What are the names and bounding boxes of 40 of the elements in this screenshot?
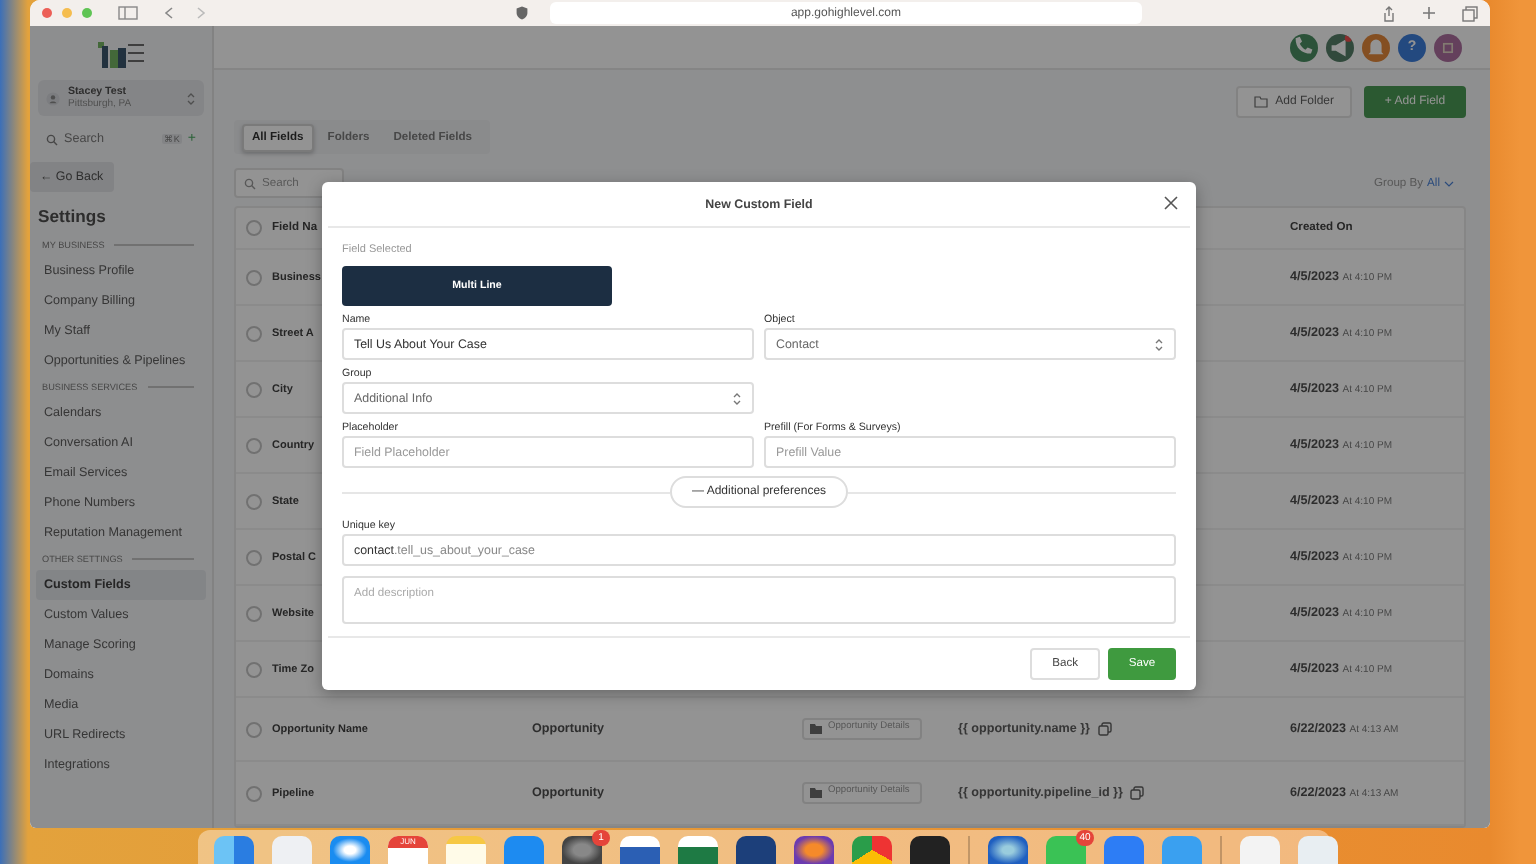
row-checkbox[interactable] [246,437,262,453]
row-checkbox[interactable] [246,661,262,677]
row-checkbox[interactable] [246,785,262,801]
zoom-window-icon[interactable] [82,8,92,18]
back-icon[interactable] [164,6,174,20]
new-tab-icon[interactable] [1422,6,1436,20]
search-icon [244,177,256,189]
sort-icon [732,391,742,405]
row-checkbox[interactable] [246,549,262,565]
shield-icon[interactable] [516,6,528,20]
megaphone-icon[interactable] [1326,33,1354,61]
close-window-icon[interactable] [42,8,52,18]
forward-icon[interactable] [196,6,206,20]
row-checkbox[interactable] [246,493,262,509]
tabs-overview-icon[interactable] [1462,5,1478,21]
row-checkbox[interactable] [246,605,262,621]
folder-icon [810,723,822,734]
sidebar-toggle-icon[interactable] [118,6,138,20]
folder-icon [810,787,822,798]
user-icon [46,91,60,105]
logo-icon[interactable] [97,38,145,70]
row-checkbox[interactable] [246,721,262,737]
folder-icon [1253,96,1268,108]
share-icon[interactable] [1382,5,1396,21]
row-checkbox[interactable] [246,381,262,397]
copy-icon[interactable] [1130,786,1145,800]
phone-icon[interactable] [1290,33,1318,61]
copy-icon[interactable] [1098,722,1113,736]
search-icon [46,133,58,145]
minimize-icon[interactable] [62,8,72,18]
sort-icon [186,91,196,105]
row-checkbox[interactable] [246,269,262,285]
bell-icon[interactable] [1362,33,1390,61]
select-all-checkbox[interactable] [246,220,262,236]
avatar-icon[interactable] [1434,33,1462,61]
chevron-down-icon [1444,179,1454,187]
close-icon[interactable] [1164,196,1178,210]
row-checkbox[interactable] [246,325,262,341]
settings-title: Settings [38,206,108,226]
sort-icon [1154,337,1164,351]
